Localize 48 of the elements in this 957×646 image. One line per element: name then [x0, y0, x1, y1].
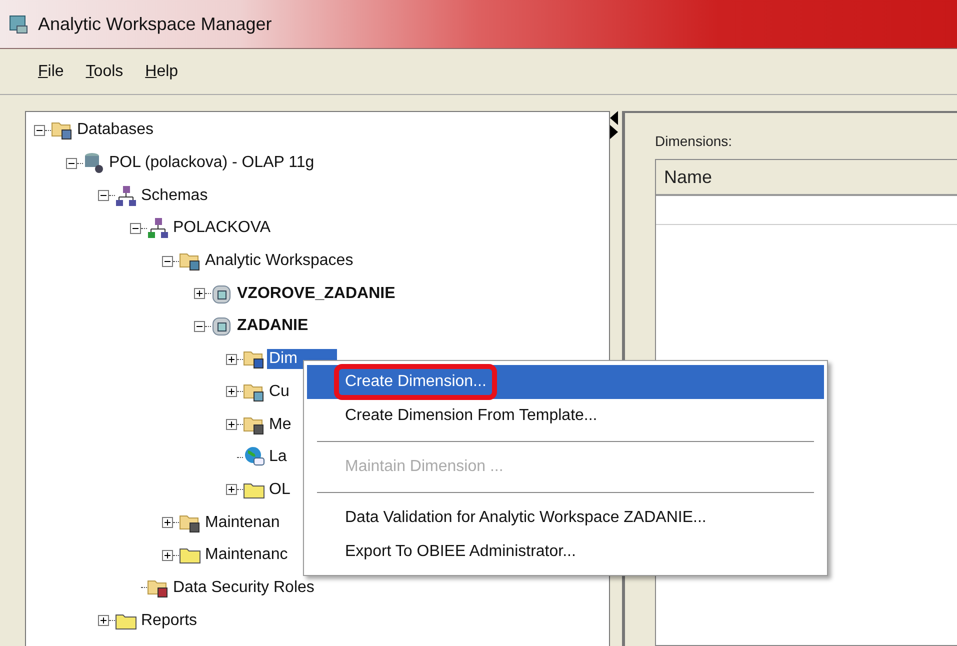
tree-item[interactable]: OL: [267, 480, 292, 500]
database-icon: [211, 315, 233, 338]
tree-item[interactable]: Me: [267, 414, 294, 435]
toggle-icon[interactable]: [162, 550, 173, 561]
tree-item[interactable]: VZOROVE_ZADANIE: [235, 284, 398, 304]
database-server-icon: [83, 152, 105, 174]
tree-item[interactable]: Data Security Roles: [171, 578, 316, 598]
window-title: Analytic Workspace Manager: [38, 14, 272, 34]
database-icon: [211, 282, 233, 305]
tree-item[interactable]: POLACKOVA: [171, 218, 273, 238]
menu-item[interactable]: Help: [145, 62, 178, 80]
menu-item[interactable]: Tools: [86, 62, 124, 80]
tree-item[interactable]: Analytic Workspaces: [203, 251, 356, 272]
app-icon: [8, 13, 30, 35]
toggle-icon[interactable]: [66, 158, 77, 169]
toggle-icon[interactable]: [162, 256, 173, 267]
tree-item[interactable]: ZADANIE: [235, 316, 310, 336]
toggle-icon[interactable]: [226, 484, 237, 496]
toggle-icon[interactable]: [226, 419, 237, 430]
tree-item[interactable]: POL (polackova) - OLAP 11g: [107, 153, 316, 174]
hierarchy-icon: [115, 184, 137, 207]
toggle-icon[interactable]: [130, 222, 141, 234]
tree-item[interactable]: Schemas: [139, 186, 210, 206]
menu-item[interactable]: Create Dimension...: [307, 365, 824, 399]
tree-item[interactable]: Reports: [139, 610, 200, 631]
menu-item[interactable]: Data Validation for Analytic Workspace ZADANIE...: [307, 501, 824, 535]
toggle-icon[interactable]: [226, 386, 237, 398]
toggle-icon[interactable]: [226, 354, 237, 365]
toggle-icon[interactable]: [194, 288, 205, 300]
section-label: Dimensions:: [655, 133, 734, 149]
tree-item[interactable]: Cu: [267, 382, 292, 402]
toggle-icon[interactable]: [162, 517, 173, 528]
tree-item[interactable]: La: [267, 447, 289, 468]
menu-item[interactable]: File: [38, 62, 64, 80]
expand-arrow-icon[interactable]: [610, 125, 618, 139]
collapse-arrow-icon[interactable]: [610, 111, 618, 125]
toggle-icon[interactable]: [34, 124, 45, 136]
globe-icon: [243, 446, 265, 468]
toggle-icon[interactable]: [194, 320, 205, 332]
tree-item[interactable]: Databases: [75, 120, 156, 140]
menu-item[interactable]: Export To OBIEE Administrator...: [307, 535, 824, 569]
column-header[interactable]: Name: [656, 166, 712, 188]
hierarchy-icon: [147, 217, 169, 240]
tree-item[interactable]: Maintenan: [203, 512, 282, 533]
tree-item[interactable]: Maintenanc: [203, 545, 290, 566]
toggle-icon[interactable]: [98, 615, 109, 626]
menu-item[interactable]: Create Dimension From Template...: [307, 399, 824, 433]
toggle-icon[interactable]: [98, 190, 109, 202]
